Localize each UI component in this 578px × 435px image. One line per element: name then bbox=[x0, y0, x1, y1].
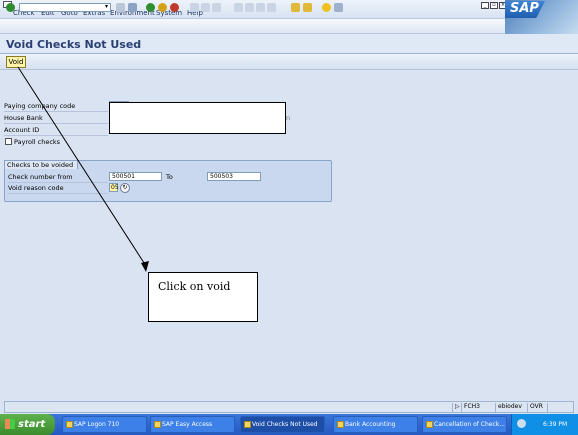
sap-logon-icon bbox=[66, 421, 73, 428]
taskbar-item-void-checks[interactable]: Void Checks Not Used bbox=[240, 416, 325, 433]
taskbar-item-sap-logon[interactable]: SAP Logon 710 bbox=[62, 416, 147, 433]
taskbar-item-cancellation-of-check[interactable]: Cancellation of Check... bbox=[422, 416, 507, 433]
sap-window-icon bbox=[244, 421, 251, 428]
status-transaction: FCH3 bbox=[461, 403, 495, 412]
status-server: ebiodev bbox=[495, 403, 527, 412]
clock: 6:39 PM bbox=[543, 421, 568, 428]
annotation-arrow bbox=[17, 66, 149, 272]
taskbar-item-sap-easy-access[interactable]: SAP Easy Access bbox=[150, 416, 235, 433]
annotation-text: Click on void bbox=[158, 280, 231, 293]
folder-icon bbox=[337, 421, 344, 428]
status-cell-empty bbox=[547, 403, 571, 412]
taskbar-item-bank-accounting[interactable]: Bank Accounting bbox=[333, 416, 418, 433]
sap-window-icon bbox=[154, 421, 161, 428]
document-icon bbox=[426, 421, 433, 428]
windows-flag-icon bbox=[5, 419, 15, 429]
network-icon[interactable] bbox=[517, 419, 526, 428]
status-mode: OVR bbox=[527, 403, 547, 412]
status-expand-icon[interactable]: ▷ bbox=[452, 403, 460, 412]
